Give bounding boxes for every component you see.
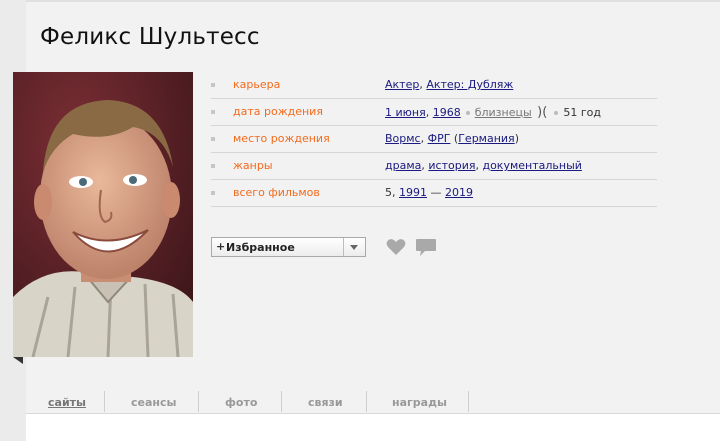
- favorites-dropdown[interactable]: + Избранное: [211, 237, 366, 257]
- genre-link[interactable]: история: [428, 159, 475, 172]
- heart-icon[interactable]: [386, 238, 406, 256]
- region-link[interactable]: Германия: [458, 132, 514, 145]
- row-bullet: [211, 191, 215, 195]
- profile-tabs: сайты сеансы фото связи награды: [26, 390, 720, 414]
- page-title: Феликс Шультесс: [40, 24, 260, 50]
- place-value: Вормс, ФРГ (Германия): [385, 132, 519, 145]
- profile-photo[interactable]: [13, 72, 193, 357]
- tab-divider: [281, 391, 282, 412]
- films-value: 5, 1991 — 2019: [385, 186, 473, 199]
- tab-divider: [198, 391, 199, 412]
- row-label: жанры: [233, 159, 273, 172]
- info-row-genres: жанры драма, история, документальный: [211, 153, 657, 180]
- career-link-dub[interactable]: Актер: Дубляж: [426, 78, 513, 91]
- row-bullet: [211, 110, 215, 114]
- career-link-actor[interactable]: Актер: [385, 78, 419, 91]
- genre-link[interactable]: документальный: [482, 159, 581, 172]
- tab-sessions[interactable]: сеансы: [131, 396, 176, 409]
- gemini-icon: )(: [537, 105, 548, 120]
- chevron-down-icon[interactable]: [343, 238, 365, 256]
- tab-photos[interactable]: фото: [225, 396, 257, 409]
- films-count: 5,: [385, 186, 399, 199]
- country-link[interactable]: ФРГ: [428, 132, 451, 145]
- tab-divider: [366, 391, 367, 412]
- films-from-link[interactable]: 1991: [399, 186, 427, 199]
- tab-sites[interactable]: сайты: [48, 396, 86, 409]
- career-value: Актер, Актер: Дубляж: [385, 78, 514, 91]
- tab-connections[interactable]: связи: [308, 396, 343, 409]
- top-divider: [26, 0, 720, 2]
- info-row-birthdate: дата рождения 1 июня, 1968 близнецы )(51 …: [211, 99, 657, 126]
- info-row-films: всего фильмов 5, 1991 — 2019: [211, 180, 657, 207]
- tabs-bottom-border: [26, 413, 720, 414]
- age-text: 51 год: [563, 106, 601, 119]
- tab-divider: [104, 391, 105, 412]
- tab-awards[interactable]: награды: [392, 396, 447, 409]
- portrait-image: [13, 72, 193, 357]
- films-dash: —: [427, 186, 445, 199]
- photo-fold-corner: [13, 357, 23, 364]
- separator-dot: [465, 111, 470, 115]
- separator-dot: [554, 111, 559, 115]
- row-label: место рождения: [233, 132, 330, 145]
- comment-icon[interactable]: [415, 238, 437, 258]
- birth-value: 1 июня, 1968 близнецы )(51 год: [385, 105, 601, 120]
- plus-icon: +: [216, 240, 226, 253]
- info-row-birthplace: место рождения Вормс, ФРГ (Германия): [211, 126, 657, 153]
- films-to-link[interactable]: 2019: [445, 186, 473, 199]
- row-bullet: [211, 164, 215, 168]
- genres-value: драма, история, документальный: [385, 159, 582, 172]
- tab-divider: [468, 391, 469, 412]
- info-row-career: карьера Актер, Актер: Дубляж: [211, 72, 657, 99]
- row-bullet: [211, 137, 215, 141]
- city-link[interactable]: Вормс: [385, 132, 421, 145]
- row-label: дата рождения: [233, 105, 323, 118]
- row-label: всего фильмов: [233, 186, 320, 199]
- info-table: карьера Актер, Актер: Дубляж дата рожден…: [211, 72, 657, 207]
- row-bullet: [211, 83, 215, 87]
- genre-link[interactable]: драма: [385, 159, 421, 172]
- zodiac-link[interactable]: близнецы: [475, 106, 532, 119]
- birth-day-link[interactable]: 1 июня: [385, 106, 426, 119]
- favorites-label: Избранное: [226, 241, 295, 254]
- row-label: карьера: [233, 78, 281, 91]
- birth-year-link[interactable]: 1968: [433, 106, 461, 119]
